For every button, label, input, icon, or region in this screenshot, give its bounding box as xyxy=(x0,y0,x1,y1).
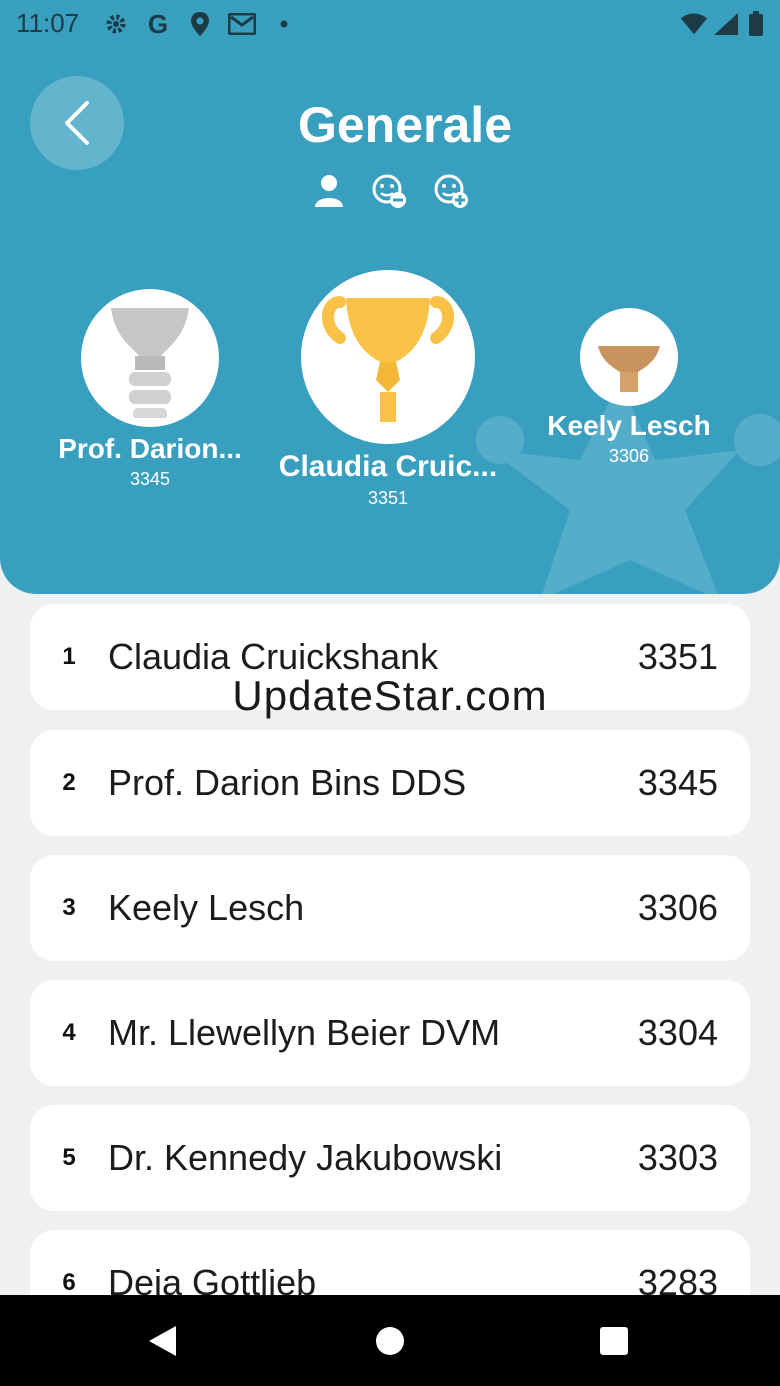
leaderboard-row[interactable]: 3 Keely Lesch 3306 xyxy=(30,855,750,961)
watermark-text: UpdateStar.com xyxy=(232,672,548,719)
row-rank: 4 xyxy=(62,1019,76,1046)
settings-icon xyxy=(102,10,130,38)
silver-trophy-avatar xyxy=(81,289,219,427)
bronze-trophy-icon xyxy=(598,346,660,392)
podium-first-score: 3351 xyxy=(367,488,409,508)
podium-second[interactable]: Prof. Darion... 3345 xyxy=(40,289,260,490)
square-recents-icon xyxy=(600,1327,628,1355)
status-bar: 11:07 G xyxy=(0,0,780,48)
navigation-bar xyxy=(0,1295,780,1386)
leaderboard-row[interactable]: 4 Mr. Llewellyn Beier DVM 3304 xyxy=(30,980,750,1086)
bronze-trophy-avatar xyxy=(580,308,678,406)
nav-back-button[interactable] xyxy=(138,1317,186,1365)
leaderboard-row[interactable]: 5 Dr. Kennedy Jakubowski 3303 xyxy=(30,1105,750,1211)
battery-icon xyxy=(742,10,770,38)
silver-trophy-icon xyxy=(111,308,189,418)
nav-home-button[interactable] xyxy=(366,1317,414,1365)
row-rank: 1 xyxy=(62,643,76,670)
podium-third-name: Keely Lesch xyxy=(547,410,711,441)
gold-trophy-icon xyxy=(322,296,454,422)
row-score: 3345 xyxy=(637,762,718,803)
location-icon xyxy=(186,10,214,38)
dot-icon xyxy=(270,10,298,38)
signal-icon xyxy=(712,10,740,38)
row-rank: 6 xyxy=(62,1269,76,1296)
leaderboard-row[interactable]: 2 Prof. Darion Bins DDS 3345 xyxy=(30,730,750,836)
row-name: Dr. Kennedy Jakubowski xyxy=(108,1137,503,1178)
google-icon: G xyxy=(147,8,169,39)
podium-first-name: Claudia Cruic... xyxy=(278,450,498,483)
person-icon[interactable] xyxy=(310,172,348,210)
podium-second-name: Prof. Darion... xyxy=(58,433,242,464)
row-rank: 5 xyxy=(62,1144,76,1171)
status-time: 11:07 xyxy=(16,8,80,38)
podium-third[interactable]: Keely Lesch 3306 xyxy=(518,308,740,467)
row-name: Prof. Darion Bins DDS xyxy=(108,762,467,803)
emoji-add-icon[interactable] xyxy=(432,172,470,210)
nav-recents-button[interactable] xyxy=(590,1317,638,1365)
circle-home-icon xyxy=(376,1327,404,1355)
row-name: Mr. Llewellyn Beier DVM xyxy=(108,1012,501,1053)
podium-third-score: 3306 xyxy=(608,446,650,466)
gmail-icon xyxy=(228,10,256,38)
row-rank: 2 xyxy=(62,769,76,796)
podium-first[interactable]: Claudia Cruic... 3351 xyxy=(268,270,508,509)
row-score: 3304 xyxy=(637,1012,718,1053)
triangle-back-icon xyxy=(149,1326,176,1356)
gold-trophy-avatar xyxy=(301,270,475,444)
row-score: 3306 xyxy=(637,887,718,928)
podium-second-score: 3345 xyxy=(129,469,171,489)
row-score: 3303 xyxy=(637,1137,718,1178)
page-title: Generale xyxy=(297,97,512,153)
wifi-icon xyxy=(680,10,708,38)
row-rank: 3 xyxy=(62,894,76,921)
row-name: Keely Lesch xyxy=(108,887,305,928)
emoji-remove-icon[interactable] xyxy=(370,172,408,210)
